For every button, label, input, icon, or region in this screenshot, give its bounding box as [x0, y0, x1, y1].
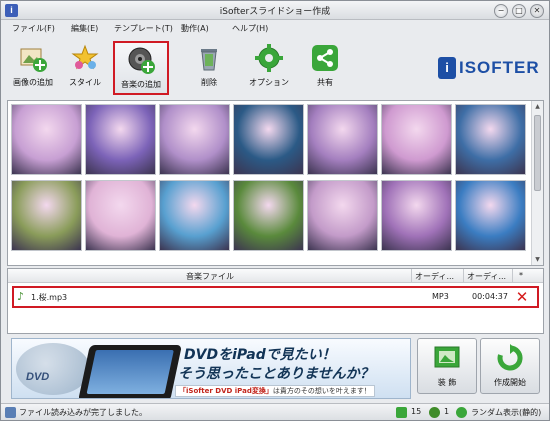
banner-headline: DVDをiPadで見たい！ [184, 347, 336, 363]
scroll-up-icon[interactable]: ▲ [533, 102, 542, 111]
column-extra[interactable]: * [519, 271, 523, 280]
column-audio-format[interactable]: オーディ... [415, 271, 454, 282]
share-button[interactable]: 共有 [297, 41, 353, 95]
options-label: オプション [249, 78, 289, 87]
display-mode-icon [456, 407, 467, 418]
music-format: MP3 [432, 292, 449, 301]
photo-thumbnail[interactable] [233, 104, 304, 175]
decorate-label: 装 飾 [437, 378, 457, 387]
add-image-button[interactable]: 画像の追加 [5, 41, 61, 95]
minimize-button[interactable]: − [494, 4, 508, 18]
add-music-button[interactable]: 音楽の追加 [113, 41, 169, 95]
remove-music-icon[interactable]: ✕ [514, 289, 530, 305]
refresh-arrow-icon [496, 344, 524, 372]
isofter-logo: i ISOFTER [438, 57, 544, 79]
gear-icon [254, 43, 284, 73]
style-label: スタイル [69, 78, 101, 87]
menu-action[interactable]: 動作(A) [181, 23, 209, 34]
menu-template[interactable]: テンプレート(T) [114, 23, 173, 34]
add-image-label: 画像の追加 [13, 78, 53, 87]
delete-label: 削除 [201, 78, 217, 87]
photo-thumbnail[interactable] [307, 180, 378, 251]
add-music-icon [126, 45, 156, 75]
maximize-button[interactable]: □ [512, 4, 526, 18]
status-message: ファイル読み込みが完了しました。 [19, 408, 147, 417]
share-icon [310, 43, 340, 73]
photo-scrollbar[interactable]: ▲ ▼ [531, 101, 543, 265]
dvd-label: DVD [26, 371, 50, 383]
column-music-file[interactable]: 音楽ファイル [186, 271, 234, 282]
image-count-icon [396, 407, 407, 418]
add-music-label: 音楽の追加 [121, 80, 161, 89]
scroll-thumb[interactable] [534, 115, 541, 191]
photo-thumbnail[interactable] [159, 180, 230, 251]
column-divider [512, 269, 513, 283]
logo-mark: i [438, 57, 456, 79]
dvd-disc-image [16, 343, 90, 395]
banner-subheadline: そう思ったことありませんか？ [178, 366, 374, 382]
banner-product-name: 「iSofter DVD iPad変換」 [179, 387, 273, 395]
menu-bar: ファイル(F) 編集(E) テンプレート(T) 動作(A) ヘルプ(H) [1, 20, 549, 37]
photo-thumbnail[interactable] [11, 180, 82, 251]
delete-button[interactable]: 削除 [181, 41, 237, 95]
style-icon [70, 43, 100, 73]
music-count: 1 [444, 407, 450, 416]
menu-help[interactable]: ヘルプ(H) [232, 23, 268, 34]
photo-thumbnail[interactable] [381, 180, 452, 251]
music-count-icon [429, 407, 440, 418]
music-row[interactable]: ♪ 1.桜.mp3 MP3 00:04:37 ✕ [12, 286, 539, 308]
options-button[interactable]: オプション [241, 41, 297, 95]
music-file-name: 1.桜.mp3 [31, 293, 68, 302]
music-list: 音楽ファイル オーディ... オーディ... * ♪ 1.桜.mp3 MP3 0… [7, 268, 544, 334]
logo-text: ISOFTER [459, 58, 540, 77]
start-create-button[interactable]: 作成開始 [480, 338, 540, 394]
decorate-button[interactable]: 装 飾 [417, 338, 477, 394]
share-label: 共有 [317, 78, 333, 87]
photo-thumbnail[interactable] [381, 104, 452, 175]
photo-thumbnail[interactable] [85, 180, 156, 251]
display-mode: ランダム表示(静的) [471, 408, 542, 417]
photo-thumbnail[interactable] [159, 104, 230, 175]
app-window: i iSofterスライドショー作成 − □ ✕ ファイル(F) 編集(E) テ… [0, 0, 550, 421]
close-button[interactable]: ✕ [530, 4, 544, 18]
menu-edit[interactable]: 編集(E) [71, 23, 98, 34]
ipad-screen [86, 350, 174, 394]
ipad-image [78, 345, 182, 398]
banner-caption: 「iSofter DVD iPad変換」は貴方のその想いを叶えます！ [175, 385, 375, 397]
music-list-header: 音楽ファイル オーディ... オーディ... * [8, 269, 543, 283]
column-divider [463, 269, 464, 283]
column-divider [411, 269, 412, 283]
photo-thumbnail[interactable] [11, 104, 82, 175]
banner-caption-text: は貴方のその想いを叶えます！ [272, 387, 371, 395]
image-count: 15 [411, 407, 422, 416]
column-audio-duration[interactable]: オーディ... [467, 271, 506, 282]
menu-file[interactable]: ファイル(F) [12, 23, 55, 34]
photo-thumbnail[interactable] [455, 104, 526, 175]
scroll-down-icon[interactable]: ▼ [533, 255, 542, 264]
title-bar: i iSofterスライドショー作成 − □ ✕ [1, 1, 549, 20]
music-note-icon: ♪ [17, 290, 25, 303]
photo-thumbnail[interactable] [455, 180, 526, 251]
status-bar: ファイル読み込みが完了しました。 15 1 ランダム表示(静的) [1, 403, 549, 420]
trash-icon [194, 43, 224, 73]
photo-grid[interactable]: ▲ ▼ [7, 100, 544, 266]
photo-thumbnail[interactable] [307, 104, 378, 175]
window-title: iSofterスライドショー作成 [219, 7, 331, 17]
photo-thumbnail[interactable] [233, 180, 304, 251]
dvd-ipad-ad-banner[interactable]: DVD DVDをiPadで見たい！ そう思ったことありませんか？ 「iSofte… [11, 338, 411, 399]
style-button[interactable]: スタイル [57, 41, 113, 95]
status-info-icon [5, 407, 16, 418]
photo-thumbnail[interactable] [85, 104, 156, 175]
music-duration: 00:04:37 [472, 292, 508, 301]
add-image-icon [18, 43, 48, 73]
picture-frame-icon [433, 344, 461, 372]
start-create-label: 作成開始 [494, 378, 526, 387]
